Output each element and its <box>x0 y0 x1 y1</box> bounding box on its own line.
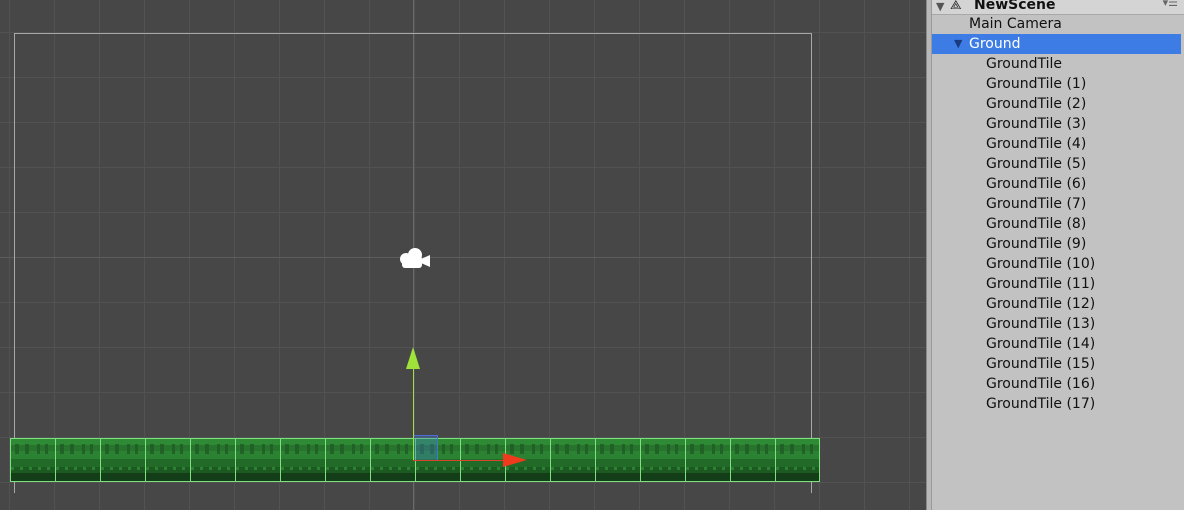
hierarchy-item[interactable]: GroundTile (2) <box>932 94 1181 114</box>
expand-arrow-icon[interactable]: ▼ <box>954 34 962 54</box>
ground-tile[interactable] <box>775 438 820 482</box>
hierarchy-item[interactable]: GroundTile (6) <box>932 174 1181 194</box>
hierarchy-item-label: GroundTile (4) <box>986 136 1087 152</box>
hierarchy-item[interactable]: GroundTile (17) <box>932 394 1181 414</box>
hierarchy-item-label: Main Camera <box>969 16 1062 32</box>
hierarchy-item-label: GroundTile (16) <box>986 376 1096 392</box>
hierarchy-item-label: GroundTile (17) <box>986 396 1096 412</box>
hierarchy-item-label: GroundTile (2) <box>986 96 1087 112</box>
hierarchy-item-label: GroundTile (5) <box>986 156 1087 172</box>
hierarchy-item[interactable]: GroundTile (12) <box>932 294 1181 314</box>
hierarchy-item[interactable]: GroundTile (3) <box>932 114 1181 134</box>
unity-logo-icon: ⟁ <box>950 0 962 13</box>
hierarchy-item-label: GroundTile (7) <box>986 196 1087 212</box>
options-menu-icon[interactable]: ▾☰ <box>1163 0 1178 9</box>
hierarchy-item[interactable]: GroundTile (7) <box>932 194 1181 214</box>
move-x-arrow-icon[interactable] <box>503 453 527 467</box>
hierarchy-item-label: GroundTile (11) <box>986 276 1096 292</box>
hierarchy-item[interactable]: GroundTile (11) <box>932 274 1181 294</box>
collapse-scene-icon[interactable]: ▼ <box>936 0 944 13</box>
hierarchy-item-label: GroundTile (8) <box>986 216 1087 232</box>
hierarchy-item-label: GroundTile (6) <box>986 176 1087 192</box>
ground-tile[interactable] <box>640 438 685 482</box>
hierarchy-item[interactable]: GroundTile (13) <box>932 314 1181 334</box>
ground-tile[interactable] <box>235 438 280 482</box>
move-x-axis-line[interactable] <box>413 460 505 461</box>
hierarchy-item[interactable]: GroundTile (1) <box>932 74 1181 94</box>
ground-tile[interactable] <box>730 438 775 482</box>
hierarchy-item[interactable]: GroundTile (10) <box>932 254 1181 274</box>
move-y-arrow-icon[interactable] <box>406 347 420 369</box>
hierarchy-item[interactable]: GroundTile (9) <box>932 234 1181 254</box>
ground-tile[interactable] <box>100 438 145 482</box>
scene-view[interactable] <box>0 0 926 510</box>
hierarchy-item-label: GroundTile <box>986 56 1063 72</box>
hierarchy-item-label: GroundTile (1) <box>986 76 1087 92</box>
ground-tile[interactable] <box>10 438 55 482</box>
move-plane-handle[interactable] <box>413 435 438 460</box>
ground-tile[interactable] <box>685 438 730 482</box>
ground-tile[interactable] <box>550 438 595 482</box>
camera-icon[interactable] <box>396 244 434 274</box>
hierarchy-item[interactable]: GroundTile (15) <box>932 354 1181 374</box>
hierarchy-item[interactable]: GroundTile (16) <box>932 374 1181 394</box>
ground-tile[interactable] <box>190 438 235 482</box>
hierarchy-item-label: GroundTile (15) <box>986 356 1096 372</box>
hierarchy-item-label: GroundTile (3) <box>986 116 1087 132</box>
move-y-axis-line[interactable] <box>413 368 414 460</box>
hierarchy-item-label: GroundTile (14) <box>986 336 1096 352</box>
ground-tile[interactable] <box>325 438 370 482</box>
hierarchy-scene-header[interactable]: ▼ ⟁ NewScene ▾☰ <box>932 0 1184 15</box>
ground-tile[interactable] <box>370 438 415 482</box>
hierarchy-item[interactable]: GroundTile (5) <box>932 154 1181 174</box>
hierarchy-item-label: GroundTile (12) <box>986 296 1096 312</box>
hierarchy-item-label: GroundTile (10) <box>986 256 1096 272</box>
hierarchy-item[interactable]: GroundTile <box>932 54 1181 74</box>
hierarchy-item-label: Ground <box>969 36 1021 52</box>
hierarchy-item-label: GroundTile (13) <box>986 316 1096 332</box>
hierarchy-item[interactable]: GroundTile (8) <box>932 214 1181 234</box>
ground-tile[interactable] <box>595 438 640 482</box>
hierarchy-item[interactable]: ▼ Ground <box>932 34 1181 54</box>
ground-tile[interactable] <box>55 438 100 482</box>
ground-tile[interactable] <box>145 438 190 482</box>
scene-name: NewScene <box>974 0 1056 13</box>
hierarchy-item[interactable]: Main Camera <box>932 14 1181 34</box>
hierarchy-panel: ▼ ⟁ NewScene ▾☰ Main Camera ▼ Ground Ground… <box>932 0 1184 510</box>
hierarchy-item-label: GroundTile (9) <box>986 236 1087 252</box>
ground-tile[interactable] <box>280 438 325 482</box>
hierarchy-item[interactable]: GroundTile (4) <box>932 134 1181 154</box>
hierarchy-item[interactable]: GroundTile (14) <box>932 334 1181 354</box>
